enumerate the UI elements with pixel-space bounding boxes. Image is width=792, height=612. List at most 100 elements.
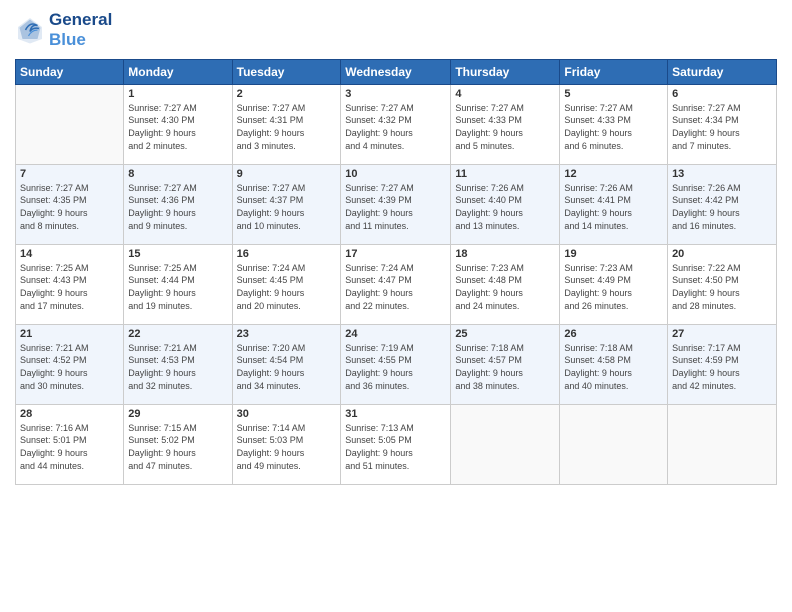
calendar: SundayMondayTuesdayWednesdayThursdayFrid… <box>15 59 777 485</box>
day-info: Sunrise: 7:27 AMSunset: 4:33 PMDaylight:… <box>564 102 663 152</box>
day-info: Sunrise: 7:27 AMSunset: 4:32 PMDaylight:… <box>345 102 446 152</box>
logo: General Blue <box>15 10 112 51</box>
day-info: Sunrise: 7:24 AMSunset: 4:47 PMDaylight:… <box>345 262 446 312</box>
week-row-2: 7Sunrise: 7:27 AMSunset: 4:35 PMDaylight… <box>16 164 777 244</box>
day-number: 28 <box>20 408 119 420</box>
calendar-cell: 3Sunrise: 7:27 AMSunset: 4:32 PMDaylight… <box>341 84 451 164</box>
day-info: Sunrise: 7:27 AMSunset: 4:34 PMDaylight:… <box>672 102 772 152</box>
calendar-cell: 10 Sunrise: 7:27 AMSunset: 4:39 PMDayligh… <box>341 164 451 244</box>
day-info: Sunrise: 7:22 AMSunset: 4:50 PMDaylight:… <box>672 262 772 312</box>
day-number: 2 <box>237 88 337 100</box>
calendar-cell: 23 Sunrise: 7:20 AMSunset: 4:54 PMDayligh… <box>232 324 341 404</box>
day-info: Sunrise: 7:24 AMSunset: 4:45 PMDaylight:… <box>237 262 337 312</box>
weekday-header-sunday: Sunday <box>16 59 124 84</box>
day-info: Sunrise: 7:27 AMSunset: 4:31 PMDaylight:… <box>237 102 337 152</box>
day-number: 25 <box>455 328 555 340</box>
calendar-cell: 31 Sunrise: 7:13 AMSunset: 5:05 PMDayligh… <box>341 404 451 484</box>
day-number: 29 <box>128 408 227 420</box>
day-number: 15 <box>128 248 227 260</box>
day-info: Sunrise: 7:27 AMSunset: 4:30 PMDaylight:… <box>128 102 227 152</box>
calendar-cell: 19 Sunrise: 7:23 AMSunset: 4:49 PMDayligh… <box>560 244 668 324</box>
day-info: Sunrise: 7:27 AMSunset: 4:33 PMDaylight:… <box>455 102 555 152</box>
calendar-cell: 24Sunrise: 7:19 AMSunset: 4:55 PMDayligh… <box>341 324 451 404</box>
day-number: 11 <box>455 168 555 180</box>
day-number: 4 <box>455 88 555 100</box>
day-number: 17 <box>345 248 446 260</box>
day-info: Sunrise: 7:26 AMSunset: 4:42 PMDaylight:… <box>672 182 772 232</box>
day-number: 13 <box>672 168 772 180</box>
day-info: Sunrise: 7:27 AMSunset: 4:35 PMDaylight:… <box>20 182 119 232</box>
day-number: 20 <box>672 248 772 260</box>
day-info: Sunrise: 7:15 AMSunset: 5:02 PMDaylight:… <box>128 422 227 472</box>
day-info: Sunrise: 7:26 AMSunset: 4:40 PMDaylight:… <box>455 182 555 232</box>
calendar-cell: 6 Sunrise: 7:27 AMSunset: 4:34 PMDaylight… <box>668 84 777 164</box>
day-number: 31 <box>345 408 446 420</box>
day-info: Sunrise: 7:21 AMSunset: 4:53 PMDaylight:… <box>128 342 227 392</box>
weekday-header-saturday: Saturday <box>668 59 777 84</box>
day-info: Sunrise: 7:23 AMSunset: 4:49 PMDaylight:… <box>564 262 663 312</box>
day-number: 10 <box>345 168 446 180</box>
calendar-cell: 11 Sunrise: 7:26 AMSunset: 4:40 PMDayligh… <box>451 164 560 244</box>
calendar-cell: 14Sunrise: 7:25 AMSunset: 4:43 PMDayligh… <box>16 244 124 324</box>
day-info: Sunrise: 7:25 AMSunset: 4:43 PMDaylight:… <box>20 262 119 312</box>
day-info: Sunrise: 7:20 AMSunset: 4:54 PMDaylight:… <box>237 342 337 392</box>
calendar-cell <box>560 404 668 484</box>
calendar-cell: 16Sunrise: 7:24 AMSunset: 4:45 PMDayligh… <box>232 244 341 324</box>
calendar-cell <box>668 404 777 484</box>
day-info: Sunrise: 7:13 AMSunset: 5:05 PMDaylight:… <box>345 422 446 472</box>
day-info: Sunrise: 7:21 AMSunset: 4:52 PMDaylight:… <box>20 342 119 392</box>
day-number: 26 <box>564 328 663 340</box>
day-info: Sunrise: 7:26 AMSunset: 4:41 PMDaylight:… <box>564 182 663 232</box>
day-number: 5 <box>564 88 663 100</box>
logo-icon <box>15 15 45 45</box>
calendar-cell: 28 Sunrise: 7:16 AMSunset: 5:01 PMDayligh… <box>16 404 124 484</box>
day-info: Sunrise: 7:27 AMSunset: 4:36 PMDaylight:… <box>128 182 227 232</box>
calendar-cell <box>16 84 124 164</box>
calendar-cell <box>451 404 560 484</box>
day-info: Sunrise: 7:14 AMSunset: 5:03 PMDaylight:… <box>237 422 337 472</box>
day-number: 23 <box>237 328 337 340</box>
calendar-cell: 12 Sunrise: 7:26 AMSunset: 4:41 PMDayligh… <box>560 164 668 244</box>
week-row-4: 21 Sunrise: 7:21 AMSunset: 4:52 PMDayligh… <box>16 324 777 404</box>
header: General Blue <box>15 10 777 51</box>
calendar-cell: 29 Sunrise: 7:15 AMSunset: 5:02 PMDayligh… <box>124 404 232 484</box>
day-number: 12 <box>564 168 663 180</box>
calendar-cell: 25Sunrise: 7:18 AMSunset: 4:57 PMDayligh… <box>451 324 560 404</box>
day-number: 19 <box>564 248 663 260</box>
day-number: 1 <box>128 88 227 100</box>
calendar-cell: 4 Sunrise: 7:27 AMSunset: 4:33 PMDaylight… <box>451 84 560 164</box>
week-row-3: 14Sunrise: 7:25 AMSunset: 4:43 PMDayligh… <box>16 244 777 324</box>
calendar-cell: 15Sunrise: 7:25 AMSunset: 4:44 PMDayligh… <box>124 244 232 324</box>
day-info: Sunrise: 7:16 AMSunset: 5:01 PMDaylight:… <box>20 422 119 472</box>
week-row-1: 1 Sunrise: 7:27 AMSunset: 4:30 PMDaylight… <box>16 84 777 164</box>
day-info: Sunrise: 7:27 AMSunset: 4:37 PMDaylight:… <box>237 182 337 232</box>
page: General Blue SundayMondayTuesdayWednesda… <box>0 0 792 612</box>
day-number: 9 <box>237 168 337 180</box>
calendar-cell: 1 Sunrise: 7:27 AMSunset: 4:30 PMDaylight… <box>124 84 232 164</box>
calendar-cell: 20 Sunrise: 7:22 AMSunset: 4:50 PMDayligh… <box>668 244 777 324</box>
calendar-cell: 9 Sunrise: 7:27 AMSunset: 4:37 PMDaylight… <box>232 164 341 244</box>
calendar-cell: 22 Sunrise: 7:21 AMSunset: 4:53 PMDayligh… <box>124 324 232 404</box>
calendar-cell: 26 Sunrise: 7:18 AMSunset: 4:58 PMDayligh… <box>560 324 668 404</box>
week-row-5: 28 Sunrise: 7:16 AMSunset: 5:01 PMDayligh… <box>16 404 777 484</box>
day-info: Sunrise: 7:27 AMSunset: 4:39 PMDaylight:… <box>345 182 446 232</box>
calendar-cell: 30 Sunrise: 7:14 AMSunset: 5:03 PMDayligh… <box>232 404 341 484</box>
weekday-header-thursday: Thursday <box>451 59 560 84</box>
day-info: Sunrise: 7:17 AMSunset: 4:59 PMDaylight:… <box>672 342 772 392</box>
calendar-cell: 8 Sunrise: 7:27 AMSunset: 4:36 PMDaylight… <box>124 164 232 244</box>
day-number: 27 <box>672 328 772 340</box>
day-number: 21 <box>20 328 119 340</box>
day-number: 30 <box>237 408 337 420</box>
calendar-cell: 13 Sunrise: 7:26 AMSunset: 4:42 PMDayligh… <box>668 164 777 244</box>
calendar-cell: 5 Sunrise: 7:27 AMSunset: 4:33 PMDaylight… <box>560 84 668 164</box>
day-info: Sunrise: 7:23 AMSunset: 4:48 PMDaylight:… <box>455 262 555 312</box>
day-number: 22 <box>128 328 227 340</box>
calendar-cell: 21 Sunrise: 7:21 AMSunset: 4:52 PMDayligh… <box>16 324 124 404</box>
day-number: 6 <box>672 88 772 100</box>
calendar-cell: 2 Sunrise: 7:27 AMSunset: 4:31 PMDaylight… <box>232 84 341 164</box>
day-number: 8 <box>128 168 227 180</box>
calendar-cell: 18Sunrise: 7:23 AMSunset: 4:48 PMDayligh… <box>451 244 560 324</box>
calendar-cell: 27 Sunrise: 7:17 AMSunset: 4:59 PMDayligh… <box>668 324 777 404</box>
weekday-header-wednesday: Wednesday <box>341 59 451 84</box>
day-info: Sunrise: 7:18 AMSunset: 4:58 PMDaylight:… <box>564 342 663 392</box>
